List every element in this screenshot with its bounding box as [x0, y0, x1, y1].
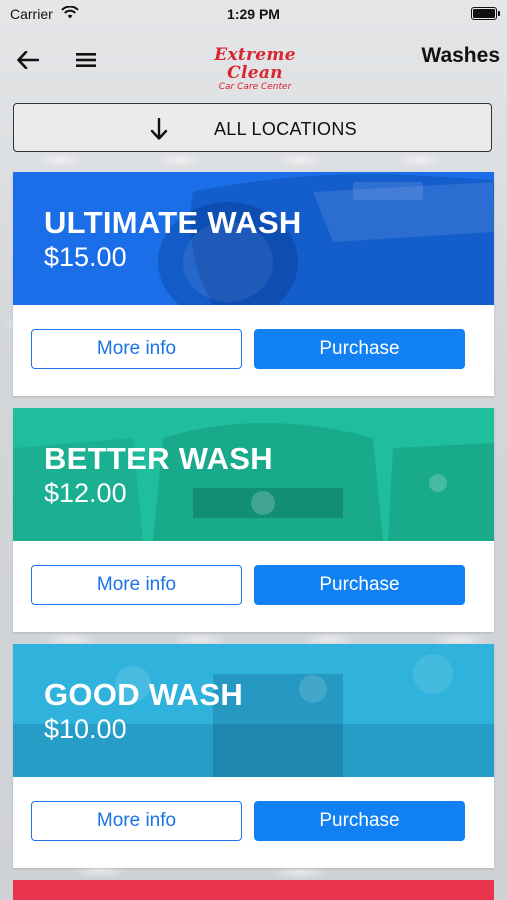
logo-main-text: Extreme Clean	[214, 45, 296, 83]
wash-name: GOOD WASH	[44, 677, 244, 712]
page-title: Washes	[421, 44, 500, 67]
more-info-button[interactable]: More info	[31, 329, 242, 369]
location-label: ALL LOCATIONS	[214, 119, 357, 139]
navigation-bar: Extreme Clean Car Care Center Washes	[0, 32, 507, 92]
wash-card: GOOD WASH $10.00 More info Purchase	[13, 644, 494, 868]
location-selector[interactable]: ALL LOCATIONS	[13, 103, 492, 152]
wash-card-banner: GOOD WASH $10.00	[13, 644, 494, 777]
wash-card-partial	[13, 880, 494, 900]
more-info-button[interactable]: More info	[31, 801, 242, 841]
wash-card: BETTER WASH $12.00 More info Purchase	[13, 408, 494, 632]
wash-name: ULTIMATE WASH	[44, 205, 302, 240]
arrow-down-icon	[150, 117, 168, 145]
arrow-left-icon	[17, 51, 39, 69]
purchase-button[interactable]: Purchase	[254, 329, 465, 369]
clock: 1:29 PM	[227, 6, 280, 22]
more-info-button[interactable]: More info	[31, 565, 242, 605]
battery-icon	[471, 7, 500, 20]
wash-name: BETTER WASH	[44, 441, 273, 476]
wash-price: $10.00	[44, 714, 127, 744]
brand-logo: Extreme Clean Car Care Center	[190, 46, 320, 92]
purchase-button[interactable]: Purchase	[254, 801, 465, 841]
wash-card-banner: ULTIMATE WASH $15.00	[13, 172, 494, 305]
hamburger-menu-icon	[76, 53, 96, 67]
wash-price: $15.00	[44, 242, 127, 272]
status-bar: Carrier 1:29 PM	[0, 0, 507, 28]
logo-sub-text: Car Care Center	[218, 82, 292, 92]
wash-card-banner: BETTER WASH $12.00	[13, 408, 494, 541]
wash-card: ULTIMATE WASH $15.00 More info Purchase	[13, 172, 494, 396]
purchase-button[interactable]: Purchase	[254, 565, 465, 605]
wash-price: $12.00	[44, 478, 127, 508]
back-button[interactable]	[14, 46, 42, 74]
menu-button[interactable]	[72, 46, 100, 74]
